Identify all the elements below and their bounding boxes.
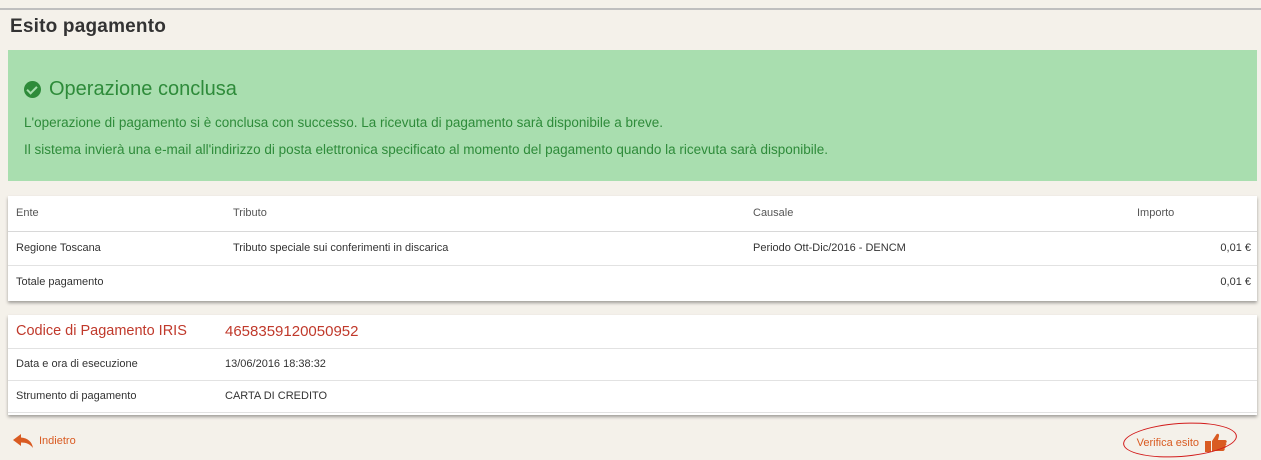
execution-date-value: 13/06/2016 18:38:32 (217, 348, 1257, 381)
alert-heading: Operazione conclusa (24, 78, 1241, 101)
payment-instrument-value: CARTA DI CREDITO (217, 380, 1257, 413)
top-divider (0, 8, 1261, 10)
payment-code-row: Codice di Pagamento IRIS 465835912005095… (8, 315, 1257, 349)
cell-causale: Periodo Ott-Dic/2016 - DENCM (745, 231, 1129, 266)
back-link[interactable]: Indietro (12, 433, 76, 449)
cell-importo: 0,01 € (1129, 231, 1257, 266)
verify-result-link[interactable]: Verifica esito (1121, 419, 1238, 460)
verify-result-label: Verifica esito (1136, 437, 1199, 449)
check-circle-icon (24, 81, 41, 98)
page-title: Esito pagamento (10, 16, 167, 37)
alert-heading-text: Operazione conclusa (49, 78, 237, 100)
payment-code-value: 4658359120050952 (217, 315, 1257, 349)
table-row: Regione Toscana Tributo speciale sui con… (8, 231, 1257, 266)
total-value: 0,01 € (1220, 276, 1251, 289)
alert-message-2: Il sistema invierà una e-mail all'indiri… (24, 142, 829, 157)
payments-table: Ente Tributo Causale Importo Regione Tos… (8, 196, 1257, 299)
payment-code-label: Codice di Pagamento IRIS (8, 315, 217, 349)
reply-arrow-icon (13, 434, 33, 448)
cell-ente: Regione Toscana (8, 231, 225, 266)
back-link-label: Indietro (39, 435, 76, 447)
execution-date-label: Data e ora di esecuzione (8, 348, 217, 381)
column-header-causale: Causale (745, 196, 1129, 232)
total-label: Totale pagamento (16, 276, 104, 289)
payments-table-card: Ente Tributo Causale Importo Regione Tos… (8, 196, 1257, 301)
payment-info-table: Codice di Pagamento IRIS 465835912005095… (8, 315, 1257, 413)
payment-instrument-label: Strumento di pagamento (8, 380, 217, 413)
execution-date-row: Data e ora di esecuzione 13/06/2016 18:3… (8, 348, 1257, 381)
alert-message-1: L'operazione di pagamento si è conclusa … (24, 115, 663, 130)
payment-instrument-row: Strumento di pagamento CARTA DI CREDITO (8, 380, 1257, 413)
total-row: Totale pagamento 0,01 € (8, 265, 1257, 299)
table-header-row: Ente Tributo Causale Importo (8, 196, 1257, 232)
column-header-ente: Ente (8, 196, 225, 232)
column-header-tributo: Tributo (225, 196, 745, 232)
cell-tributo: Tributo speciale sui conferimenti in dis… (225, 231, 745, 266)
footer-actions: Indietro Verifica esito (0, 419, 1261, 460)
pointing-hand-icon (1205, 433, 1227, 452)
column-header-importo: Importo (1129, 196, 1257, 232)
payment-info-card: Codice di Pagamento IRIS 465835912005095… (8, 315, 1257, 415)
success-alert: Operazione conclusa L'operazione di paga… (8, 50, 1257, 181)
